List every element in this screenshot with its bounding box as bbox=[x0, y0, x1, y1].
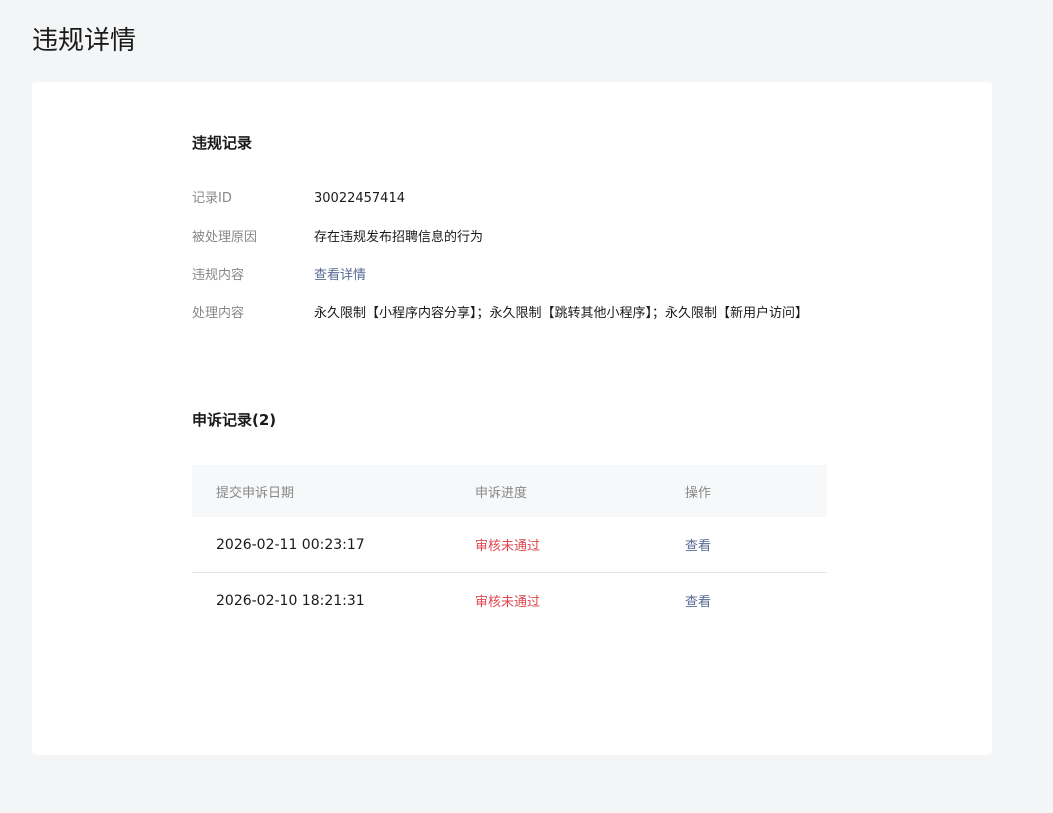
status-badge: 审核未通过 bbox=[475, 539, 541, 554]
record-id-row: 记录ID 30022457414 bbox=[192, 188, 832, 210]
handling-content-value: 永久限制【小程序内容分享】；永久限制【跳转其他小程序】；永久限制【新用户访问】 bbox=[314, 306, 809, 321]
violation-detail-card: 违规记录 记录ID 30022457414 被处理原因 存在违规发布招聘信息的行… bbox=[32, 82, 992, 755]
column-header-action: 操作 bbox=[685, 485, 712, 501]
view-appeal-link[interactable]: 查看 bbox=[685, 539, 711, 554]
handling-content-label: 处理内容 bbox=[192, 306, 245, 321]
view-appeal-link[interactable]: 查看 bbox=[685, 595, 711, 610]
appeal-action: 查看 bbox=[685, 535, 827, 554]
appeal-action: 查看 bbox=[685, 591, 827, 610]
appeal-date: 2026-02-10 18:21:31 bbox=[216, 592, 365, 609]
appeal-status: 审核未通过 bbox=[475, 591, 685, 610]
violation-content-row: 违规内容 查看详情 bbox=[192, 265, 832, 287]
violation-content-label: 违规内容 bbox=[192, 268, 245, 283]
status-badge: 审核未通过 bbox=[475, 595, 541, 610]
page-title: 违规详情 bbox=[32, 26, 137, 56]
table-row: 2026-02-10 18:21:31 审核未通过 查看 bbox=[192, 573, 827, 628]
handling-content-row: 处理内容 永久限制【小程序内容分享】；永久限制【跳转其他小程序】；永久限制【新用… bbox=[192, 303, 832, 325]
appeal-table: 提交申诉日期 申诉进度 操作 2026-02-11 00:23:17 审核未通过… bbox=[192, 465, 827, 628]
reason-row: 被处理原因 存在违规发布招聘信息的行为 bbox=[192, 227, 832, 249]
appeal-date: 2026-02-11 00:23:17 bbox=[216, 536, 365, 553]
appeal-status: 审核未通过 bbox=[475, 535, 685, 554]
table-row: 2026-02-11 00:23:17 审核未通过 查看 bbox=[192, 517, 827, 573]
view-details-link[interactable]: 查看详情 bbox=[314, 265, 826, 287]
appeal-table-header: 提交申诉日期 申诉进度 操作 bbox=[192, 465, 827, 517]
column-header-date: 提交申诉日期 bbox=[216, 485, 295, 501]
violation-record-title: 违规记录 bbox=[192, 134, 253, 152]
reason-value: 存在违规发布招聘信息的行为 bbox=[314, 230, 484, 245]
reason-label: 被处理原因 bbox=[192, 230, 258, 245]
record-id-label: 记录ID bbox=[192, 191, 232, 206]
column-header-status: 申诉进度 bbox=[475, 485, 528, 501]
record-id-value: 30022457414 bbox=[314, 191, 405, 206]
appeal-record-title: 申诉记录(2) bbox=[192, 411, 277, 429]
